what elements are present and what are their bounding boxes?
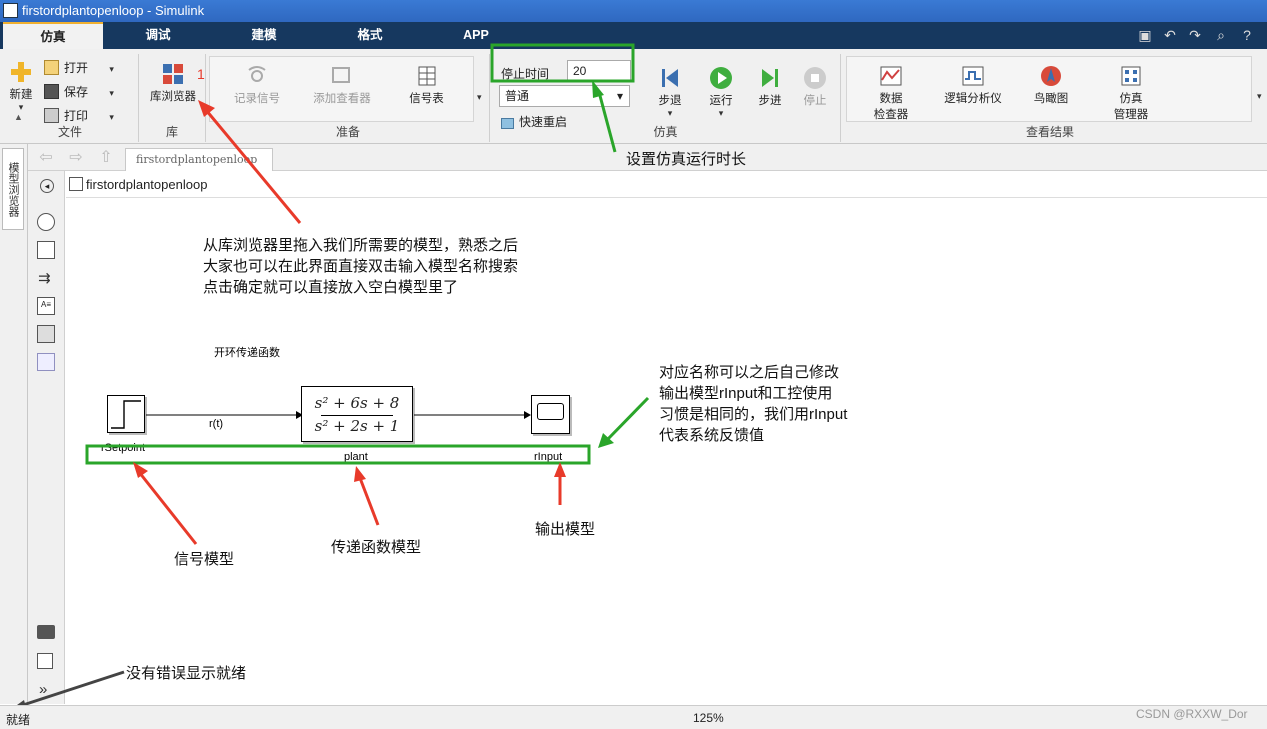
ready-note: 没有错误显示就绪 xyxy=(126,665,247,682)
ready-arrow xyxy=(19,670,125,708)
signal-model-note: 信号模型 xyxy=(174,551,235,568)
status-bar: 就绪 125% CSDN @RXXW_Dor xyxy=(0,705,1267,729)
rename-arrow xyxy=(605,396,650,442)
tf-model-note: 传递函数模型 xyxy=(331,539,422,556)
watermark: CSDN @RXXW_Dor xyxy=(1136,707,1248,721)
output-model-note: 输出模型 xyxy=(535,521,596,538)
library-note-line: 点击确定就可以直接放入空白模型里了 xyxy=(203,279,459,296)
stop-time-arrow xyxy=(597,91,617,153)
rename-note-line: 对应名称可以之后自己修改 xyxy=(659,364,840,381)
library-note-line: 从库浏览器里拖入我们所需要的模型，熟悉之后 xyxy=(203,237,519,254)
labels-highlight xyxy=(85,444,591,465)
annotation-overlay xyxy=(10,43,650,711)
rename-note-line: 习惯是相同的，我们用rInput xyxy=(659,406,848,423)
stop-time-note: 设置仿真运行时长 xyxy=(626,151,747,168)
rename-note-line: 代表系统反馈值 xyxy=(659,427,765,444)
signal-model-arrow xyxy=(137,471,198,545)
stop-time-highlight xyxy=(490,43,635,83)
library-note: 从库浏览器里拖入我们所需要的模型，熟悉之后 大家也可以在此界面直接双击输入模型名… xyxy=(203,235,518,298)
library-note-line: 大家也可以在此界面直接双击输入模型名称搜索 xyxy=(203,258,519,275)
library-arrow xyxy=(204,109,302,224)
status-ready: 就绪 xyxy=(6,713,31,727)
rename-note: 对应名称可以之后自己修改 输出模型rInput和工控使用 习惯是相同的，我们用r… xyxy=(659,362,847,446)
tf-model-arrow xyxy=(358,477,380,526)
rename-note-line: 输出模型rInput和工控使用 xyxy=(659,385,833,402)
zoom-level[interactable]: 125% xyxy=(693,711,724,725)
